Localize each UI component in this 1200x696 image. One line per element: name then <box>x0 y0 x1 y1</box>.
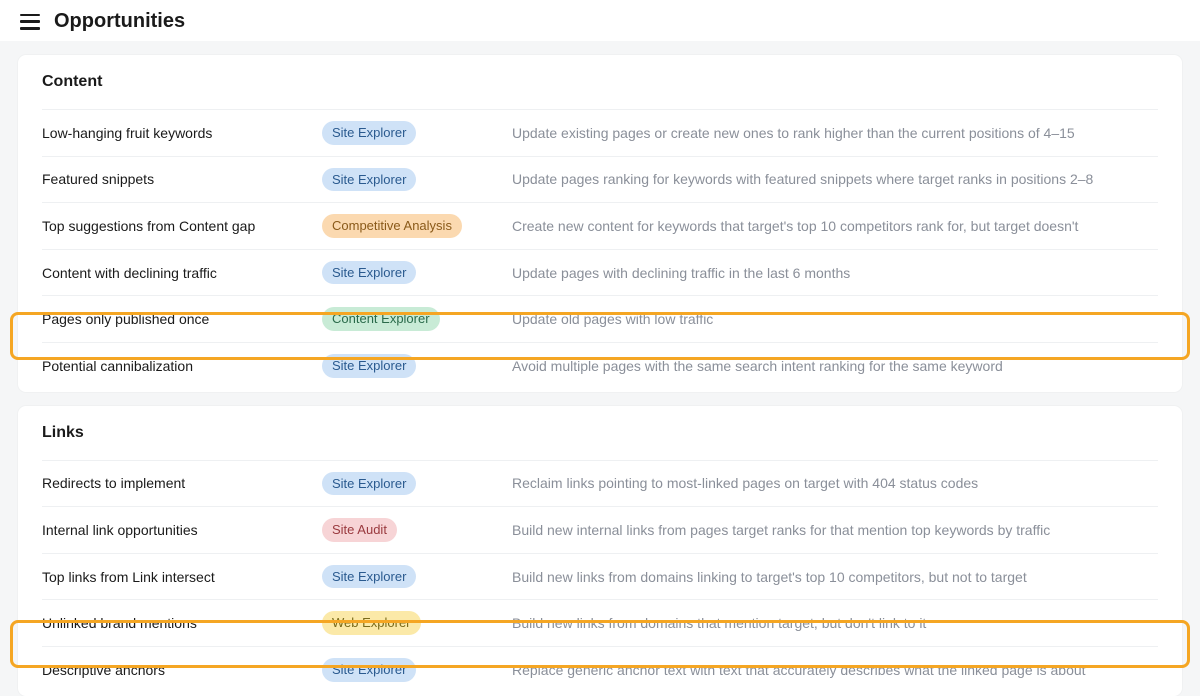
badge-cell: Web Explorer <box>322 611 512 635</box>
opportunity-description: Avoid multiple pages with the same searc… <box>512 358 1158 374</box>
opportunity-name: Descriptive anchors <box>42 662 322 678</box>
opportunity-description: Build new links from domains linking to … <box>512 569 1158 585</box>
badge-site-explorer: Site Explorer <box>322 472 416 496</box>
opportunity-row[interactable]: Low-hanging fruit keywords Site Explorer… <box>42 109 1158 156</box>
opportunity-description: Build new links from domains that mentio… <box>512 615 1158 631</box>
badge-cell: Site Explorer <box>322 565 512 589</box>
badge-site-explorer: Site Explorer <box>322 121 416 145</box>
badge-cell: Site Explorer <box>322 121 512 145</box>
opportunity-name: Potential cannibalization <box>42 358 322 374</box>
opportunity-name: Top links from Link intersect <box>42 569 322 585</box>
opportunity-description: Update existing pages or create new ones… <box>512 125 1158 141</box>
badge-cell: Site Explorer <box>322 168 512 192</box>
badge-site-explorer: Site Explorer <box>322 658 416 682</box>
badge-site-audit: Site Audit <box>322 518 397 542</box>
section-title-content: Content <box>42 73 1158 91</box>
opportunity-name: Internal link opportunities <box>42 522 322 538</box>
badge-cell: Site Explorer <box>322 472 512 496</box>
opportunity-row[interactable]: Featured snippets Site Explorer Update p… <box>42 156 1158 203</box>
opportunity-row[interactable]: Top links from Link intersect Site Explo… <box>42 553 1158 600</box>
opportunity-row[interactable]: Unlinked brand mentions Web Explorer Bui… <box>42 599 1158 646</box>
badge-cell: Competitive Analysis <box>322 214 512 238</box>
opportunity-name: Content with declining traffic <box>42 265 322 281</box>
content-section-card: Content Low-hanging fruit keywords Site … <box>18 55 1182 392</box>
opportunity-row[interactable]: Pages only published once Content Explor… <box>42 295 1158 342</box>
badge-cell: Site Explorer <box>322 261 512 285</box>
badge-cell: Site Audit <box>322 518 512 542</box>
opportunity-row[interactable]: Potential cannibalization Site Explorer … <box>42 342 1158 392</box>
badge-site-explorer: Site Explorer <box>322 168 416 192</box>
opportunity-description: Build new internal links from pages targ… <box>512 522 1158 538</box>
opportunity-description: Create new content for keywords that tar… <box>512 218 1158 234</box>
opportunity-name: Pages only published once <box>42 311 322 327</box>
opportunity-name: Low-hanging fruit keywords <box>42 125 322 141</box>
badge-site-explorer: Site Explorer <box>322 565 416 589</box>
badge-cell: Site Explorer <box>322 658 512 682</box>
opportunity-description: Update pages with declining traffic in t… <box>512 265 1158 281</box>
opportunity-row[interactable]: Content with declining traffic Site Expl… <box>42 249 1158 296</box>
page-header: Opportunities <box>0 0 1200 41</box>
opportunity-description: Reclaim links pointing to most-linked pa… <box>512 475 1158 491</box>
section-title-links: Links <box>42 424 1158 442</box>
badge-site-explorer: Site Explorer <box>322 354 416 378</box>
badge-site-explorer: Site Explorer <box>322 261 416 285</box>
badge-cell: Site Explorer <box>322 354 512 378</box>
badge-cell: Content Explorer <box>322 307 512 331</box>
badge-competitive-analysis: Competitive Analysis <box>322 214 462 238</box>
opportunity-row[interactable]: Descriptive anchors Site Explorer Replac… <box>42 646 1158 696</box>
badge-content-explorer: Content Explorer <box>322 307 440 331</box>
opportunity-name: Unlinked brand mentions <box>42 615 322 631</box>
opportunity-description: Update pages ranking for keywords with f… <box>512 171 1158 187</box>
badge-web-explorer: Web Explorer <box>322 611 421 635</box>
opportunity-row[interactable]: Top suggestions from Content gap Competi… <box>42 202 1158 249</box>
opportunity-row[interactable]: Internal link opportunities Site Audit B… <box>42 506 1158 553</box>
opportunity-description: Update old pages with low traffic <box>512 311 1158 327</box>
opportunity-name: Redirects to implement <box>42 475 322 491</box>
opportunity-name: Featured snippets <box>42 171 322 187</box>
opportunity-description: Replace generic anchor text with text th… <box>512 662 1158 678</box>
opportunity-row[interactable]: Redirects to implement Site Explorer Rec… <box>42 460 1158 507</box>
page-title: Opportunities <box>54 10 185 33</box>
links-section-card: Links Redirects to implement Site Explor… <box>18 406 1182 696</box>
opportunity-name: Top suggestions from Content gap <box>42 218 322 234</box>
hamburger-menu-icon[interactable] <box>20 14 40 30</box>
